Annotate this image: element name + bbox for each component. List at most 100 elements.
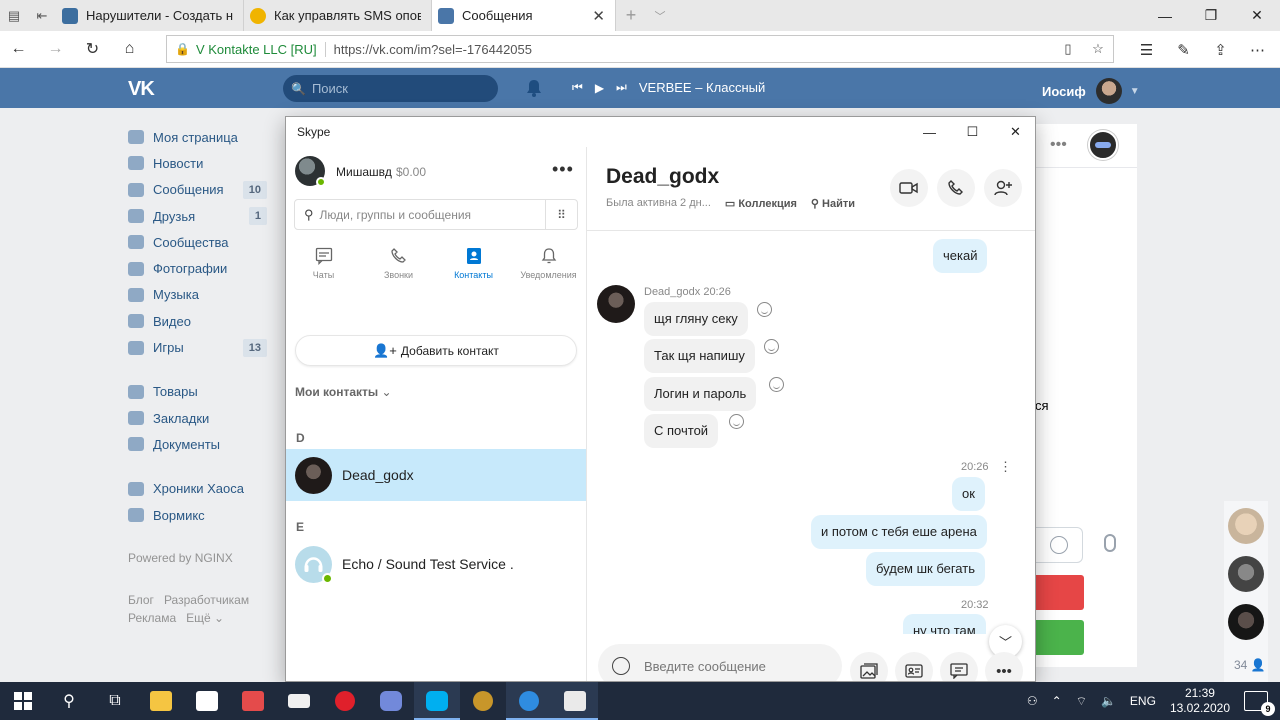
url-field[interactable]: 🔒 V Kontakte LLC [RU] https://vk.com/im?…	[166, 35, 1114, 63]
green-button[interactable]	[1035, 620, 1084, 655]
audio-call-button[interactable]	[937, 169, 975, 207]
clock[interactable]: 21:39 13.02.2020	[1170, 686, 1230, 716]
more-icon[interactable]: •••	[552, 159, 574, 180]
gift-app-icon[interactable]	[230, 682, 276, 720]
avatar[interactable]	[1228, 556, 1264, 592]
search-input[interactable]: ⚲ Люди, группы и сообщения ⠿	[294, 199, 578, 230]
message-bubble[interactable]: будем шк бегать	[866, 552, 985, 586]
dialpad-icon[interactable]: ⠿	[545, 200, 577, 229]
close-icon[interactable]: ✕	[994, 117, 1035, 147]
avatar[interactable]	[1228, 604, 1264, 640]
more-options-button[interactable]: •••	[985, 652, 1023, 681]
browser-tab-2[interactable]: Как управлять SMS оповещ	[244, 0, 432, 31]
reaction-icon[interactable]	[729, 414, 744, 429]
now-playing-track[interactable]: VERBEE – Классный	[639, 80, 765, 95]
sidebar-item-goods[interactable]: Товары	[128, 379, 273, 405]
close-icon[interactable]: ✕	[1234, 0, 1280, 31]
discord-icon[interactable]	[368, 682, 414, 720]
forward-icon[interactable]: →	[37, 40, 74, 58]
find-link[interactable]: ⚲ Найти	[811, 197, 855, 210]
contact-dead-godx[interactable]: Dead_godx	[286, 449, 586, 501]
reaction-icon[interactable]	[757, 302, 772, 317]
online-count[interactable]: 34 👤	[1234, 658, 1266, 672]
browser-tab-3[interactable]: Сообщения ✕	[432, 0, 616, 31]
sidebar-item-photos[interactable]: Фотографии	[128, 255, 273, 281]
sidebar-item-communities[interactable]: Сообщества	[128, 229, 273, 255]
maximize-icon[interactable]: ☐	[951, 117, 994, 147]
photos-taskbar-icon[interactable]	[552, 682, 598, 720]
message-bubble[interactable]: ок	[952, 477, 985, 511]
more-icon[interactable]: ⋯	[1239, 41, 1276, 59]
contact-echo[interactable]: Echo / Sound Test Service .	[286, 538, 586, 590]
red-button[interactable]	[1035, 575, 1084, 610]
message-bubble[interactable]: ну что там	[903, 614, 986, 634]
more-icon[interactable]: •••	[1050, 136, 1067, 154]
footer-link-developers[interactable]: Разработчикам	[164, 593, 249, 607]
favorite-star-icon[interactable]: ☆	[1083, 41, 1113, 57]
microphone-icon[interactable]	[1104, 534, 1116, 552]
vk-search-input[interactable]: 🔍 Поиск	[283, 75, 498, 102]
tab-preview-icon[interactable]: ▤	[0, 0, 28, 31]
message-bubble[interactable]: Логин и пароль	[644, 377, 757, 411]
message-bubble[interactable]: Так щя напишу	[644, 339, 755, 373]
language-indicator[interactable]: ENG	[1130, 694, 1156, 708]
warcraft-icon[interactable]	[460, 682, 506, 720]
favorites-icon[interactable]: ☰	[1128, 41, 1165, 59]
reaction-icon[interactable]	[764, 339, 779, 354]
sidebar-item-documents[interactable]: Документы	[128, 431, 273, 457]
my-contacts-dropdown[interactable]: Мои контакты ⌄	[295, 385, 392, 399]
chevron-down-icon[interactable]: ﹀	[646, 0, 674, 31]
sidebar-item-games[interactable]: Игры 13	[128, 334, 273, 360]
start-button[interactable]	[0, 682, 46, 720]
send-contact-button[interactable]	[895, 652, 933, 681]
minimize-icon[interactable]: —	[908, 117, 951, 147]
sidebar-item-video[interactable]: Видео	[128, 308, 273, 334]
bell-icon[interactable]	[526, 79, 542, 97]
notification-center-icon[interactable]: 9	[1244, 691, 1275, 716]
message-options-icon[interactable]: ⋮	[999, 459, 1012, 475]
avatar[interactable]	[295, 156, 326, 187]
footer-link-blog[interactable]: Блог	[128, 593, 154, 607]
tab-chats[interactable]: Чаты	[286, 247, 361, 287]
message-bubble[interactable]: и потом с тебя еше арена	[811, 515, 987, 549]
file-explorer-icon[interactable]	[138, 682, 184, 720]
smile-icon[interactable]	[1050, 536, 1068, 554]
opera-icon[interactable]	[322, 682, 368, 720]
minimize-icon[interactable]: —	[1142, 0, 1188, 31]
share-icon[interactable]: ⇪	[1202, 41, 1239, 59]
skype-taskbar-icon[interactable]	[414, 682, 460, 720]
sidebar-item-music[interactable]: Музыка	[128, 282, 273, 308]
reaction-icon[interactable]	[769, 377, 784, 392]
message-bubble[interactable]: чекай	[933, 239, 988, 273]
set-aside-tabs-icon[interactable]: ⇤	[28, 0, 56, 31]
maximize-icon[interactable]: ❐	[1188, 0, 1234, 31]
new-tab-icon[interactable]: +	[616, 0, 646, 31]
footer-link-more[interactable]: Ещё ⌄	[186, 611, 224, 625]
browser-tab-1[interactable]: Нарушители - Создать нов	[56, 0, 244, 31]
vk-logo[interactable]: VK	[128, 78, 155, 101]
avatar[interactable]	[1228, 508, 1264, 544]
play-icon[interactable]: ▶	[595, 81, 604, 95]
edge-taskbar-icon[interactable]	[506, 682, 552, 720]
tab-notifications[interactable]: Уведомления	[511, 247, 586, 287]
sidebar-item-wormix[interactable]: Вормикс	[128, 502, 273, 528]
sidebar-item-bookmarks[interactable]: Закладки	[128, 405, 273, 431]
volume-icon[interactable]: 🔈	[1101, 694, 1116, 708]
people-icon[interactable]: ⚇	[1027, 694, 1038, 708]
add-contact-button[interactable]: 👤+ Добавить контакт	[295, 335, 577, 366]
prev-track-icon[interactable]: ⏮	[572, 80, 583, 95]
extensions-button[interactable]	[940, 652, 978, 681]
vk-user-menu[interactable]: Иосиф ▼	[1042, 78, 1140, 104]
mail-icon[interactable]	[276, 682, 322, 720]
send-media-button[interactable]	[850, 652, 888, 681]
message-input[interactable]: Введите сообщение	[598, 644, 842, 681]
avatar[interactable]	[1088, 130, 1118, 160]
sidebar-item-my-page[interactable]: Моя страница	[128, 124, 273, 150]
tab-calls[interactable]: Звонки	[361, 247, 436, 287]
sidebar-item-messages[interactable]: Сообщения 10	[128, 177, 273, 203]
chevron-up-icon[interactable]: ⌃	[1052, 694, 1062, 708]
back-icon[interactable]: ←	[0, 40, 37, 58]
search-icon[interactable]: ⚲	[46, 682, 92, 720]
task-view-icon[interactable]: ⧉	[92, 682, 138, 720]
gallery-link[interactable]: ▭ Коллекция	[725, 197, 797, 210]
